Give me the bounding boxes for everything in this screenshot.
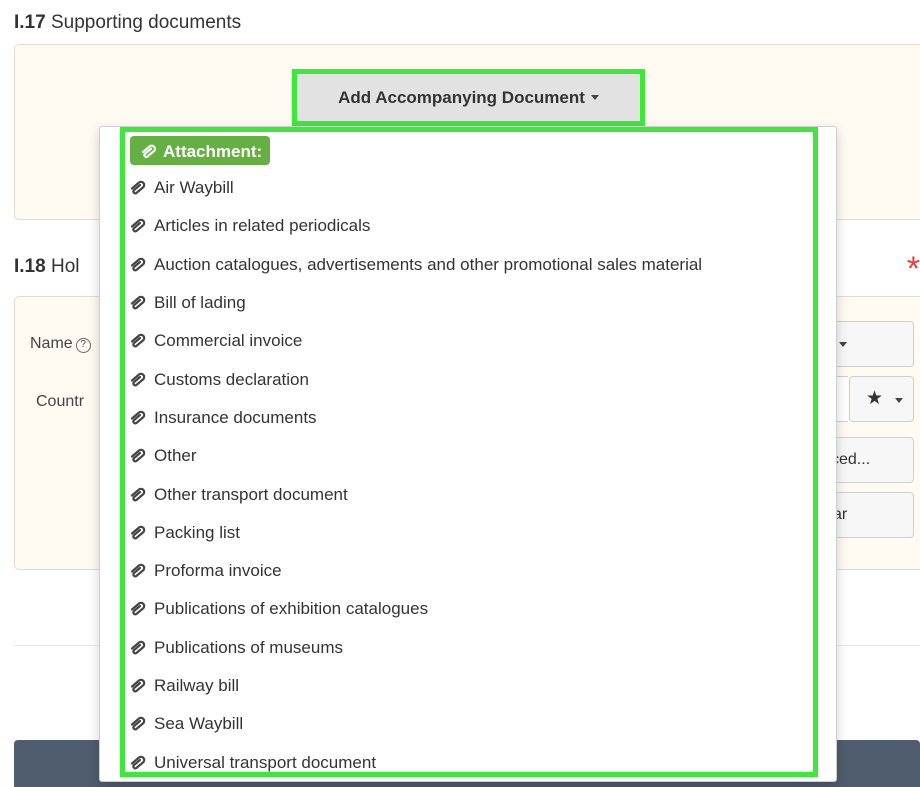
- menu-item-label: Articles in related periodicals: [154, 216, 371, 236]
- attachment-group-badge: Attachment:: [130, 136, 271, 165]
- menu-item[interactable]: Sea Waybill: [129, 705, 814, 743]
- menu-item[interactable]: Other transport document: [129, 475, 814, 513]
- menu-item-label: Auction catalogues, advertisements and o…: [154, 254, 703, 274]
- paperclip-icon: [130, 448, 146, 463]
- chevron-down-icon: [895, 398, 903, 403]
- favorites-button[interactable]: ★: [849, 376, 914, 422]
- country-label: Countr: [36, 393, 85, 410]
- section-heading-supporting-documents: I.17 Supporting documents: [14, 12, 241, 34]
- paperclip-icon: [130, 180, 146, 195]
- menu-item[interactable]: Other: [129, 437, 814, 475]
- menu-item-label: Universal transport document: [154, 752, 377, 772]
- menu-item-label: Commercial invoice: [154, 331, 303, 351]
- button-label: Add Accompanying Document: [338, 87, 585, 107]
- star-icon: ★: [866, 388, 884, 409]
- menu-item[interactable]: Universal transport document: [129, 743, 814, 781]
- menu-item[interactable]: Insurance documents: [129, 399, 814, 437]
- paperclip-icon: [130, 372, 146, 387]
- paperclip-icon: [130, 602, 146, 616]
- paperclip-icon: [130, 410, 146, 425]
- menu-item[interactable]: Air Waybill: [129, 169, 814, 207]
- menu-item[interactable]: Proforma invoice: [129, 552, 814, 590]
- menu-item-label: Other transport document: [154, 484, 348, 504]
- paperclip-icon: [130, 717, 146, 731]
- section-title: Hol: [50, 256, 80, 277]
- chevron-down-icon: [839, 342, 847, 347]
- section-number: I.18: [14, 256, 46, 277]
- menu-item-label: Customs declaration: [154, 369, 309, 389]
- menu-item[interactable]: Publications of museums: [129, 629, 814, 667]
- menu-item[interactable]: Commercial invoice: [129, 322, 814, 360]
- menu-item[interactable]: Articles in related periodicals: [129, 207, 814, 245]
- menu-item-label: Railway bill: [154, 676, 240, 695]
- accompanying-document-menu: Attachment: Air Waybill Articles in relat…: [99, 126, 837, 782]
- section-heading-holder: I.18 Hol: [14, 256, 80, 278]
- menu-item[interactable]: Packing list: [129, 514, 814, 552]
- paperclip-icon: [130, 640, 146, 655]
- chevron-down-icon: [590, 95, 599, 100]
- menu-item-label: Bill of lading: [154, 293, 246, 313]
- menu-item-label: Insurance documents: [154, 407, 317, 427]
- paperclip-icon: [141, 144, 156, 158]
- add-accompanying-document-button[interactable]: Add Accompanying Document: [292, 69, 645, 126]
- paperclip-icon: [130, 525, 146, 540]
- paperclip-icon: [130, 257, 146, 272]
- help-icon[interactable]: ?: [75, 338, 91, 353]
- menu-item-label: Packing list: [154, 522, 240, 542]
- name-label: Name?: [30, 335, 91, 353]
- page: I.17 Supporting documents I.18 Hol * Nam…: [0, 0, 920, 787]
- menu-item-label: Proforma invoice: [154, 561, 282, 581]
- menu-item-label: Publications of exhibition catalogues: [154, 599, 429, 619]
- menu-item-label: Sea Waybill: [154, 714, 244, 734]
- menu-item[interactable]: Auction catalogues, advertisements and o…: [129, 246, 814, 284]
- paperclip-icon: [130, 219, 146, 233]
- menu-item-label: Publications of museums: [154, 637, 343, 657]
- required-marker: *: [906, 250, 920, 288]
- menu-item[interactable]: Bill of lading: [129, 284, 814, 322]
- paperclip-icon: [130, 295, 146, 310]
- menu-item[interactable]: Railway bill: [129, 667, 814, 705]
- menu-item[interactable]: Customs declaration: [129, 360, 814, 398]
- paperclip-icon: [130, 334, 146, 348]
- paperclip-icon: [130, 678, 146, 693]
- paperclip-icon: [130, 487, 146, 501]
- section-title: Supporting documents: [50, 12, 242, 33]
- paperclip-icon: [130, 755, 146, 769]
- menu-item[interactable]: Publications of exhibition catalogues: [129, 590, 814, 628]
- menu-item-label: Air Waybill: [154, 178, 234, 198]
- paperclip-icon: [130, 563, 146, 578]
- section-number: I.17: [14, 12, 46, 33]
- menu-list: Air Waybill Articles in related periodica…: [129, 169, 814, 782]
- menu-item-label: Other: [154, 446, 197, 466]
